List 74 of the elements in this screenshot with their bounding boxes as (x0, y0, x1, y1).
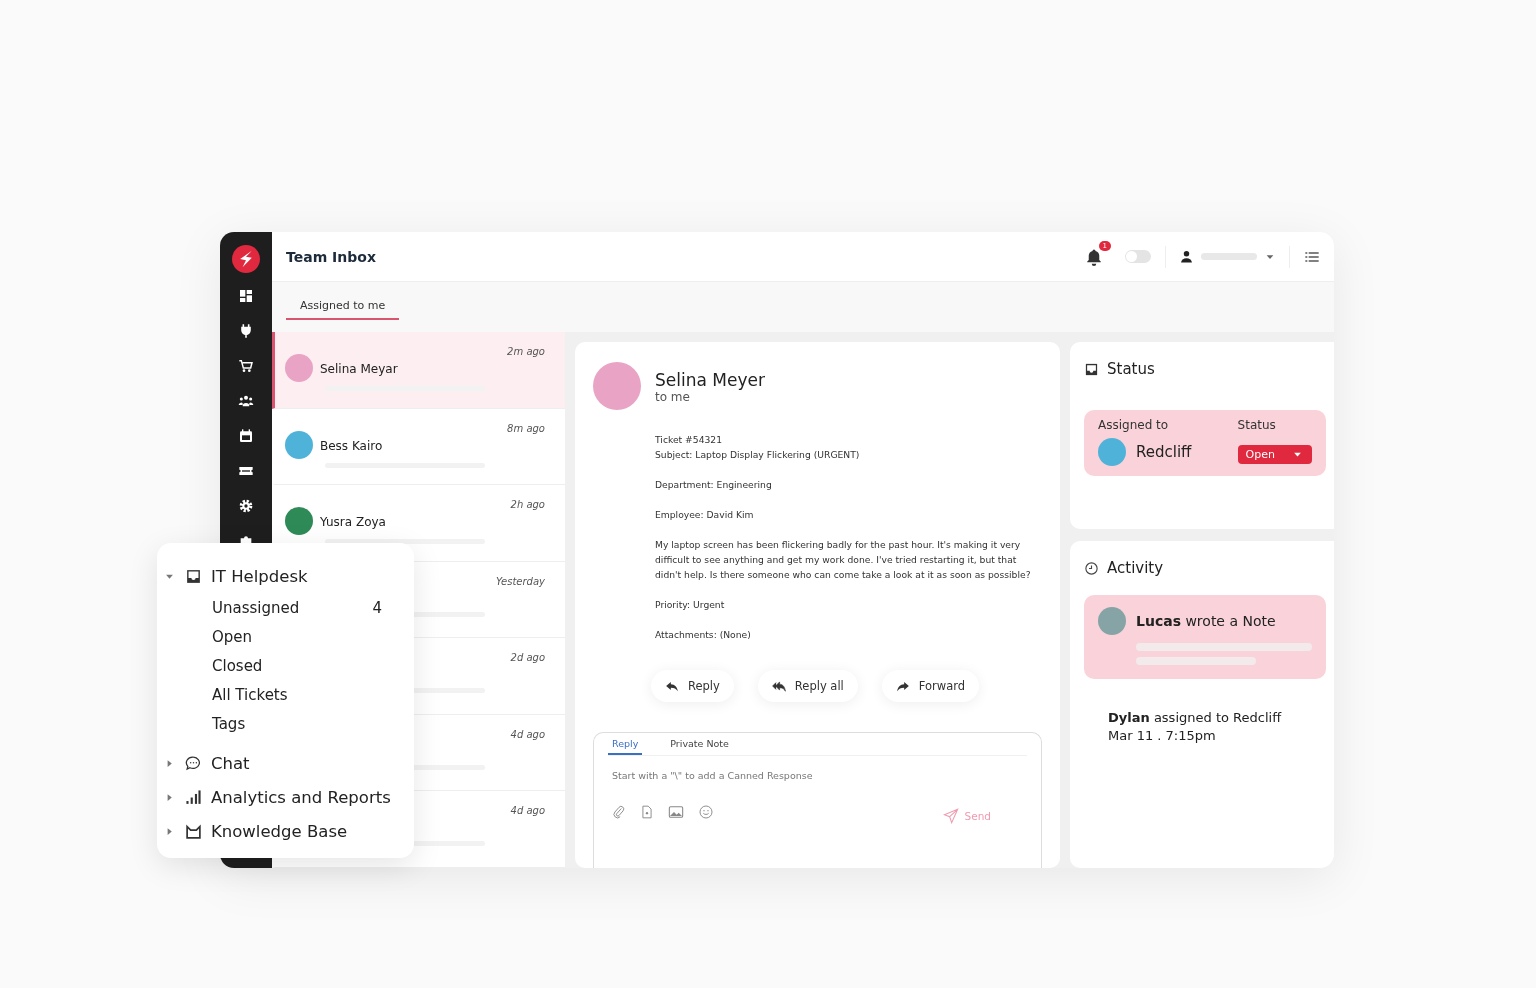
clock-icon (1084, 560, 1099, 576)
activity-text: Dylan assigned to Redcliff (1108, 709, 1283, 727)
message-text: Attachments: (None) (655, 628, 752, 642)
field-label: Assigned to (1098, 418, 1170, 432)
tab[interactable]: Assigned to me (286, 299, 400, 320)
calendar-icon[interactable] (238, 428, 254, 444)
avatar (285, 354, 313, 382)
action-button[interactable]: Forward (881, 670, 980, 702)
grid-icon[interactable] (238, 288, 254, 304)
composer-tab[interactable]: Reply (608, 733, 643, 755)
timestamp: 2m ago (507, 346, 545, 357)
recipient-label: to me (655, 390, 691, 404)
action-button[interactable]: Reply (651, 670, 734, 702)
ticket-row[interactable]: Bess Kairo 8m ago (272, 408, 565, 486)
message-text: My laptop screen has been flickering badly for the past hour. It's making it very difficult to see anything and get my work done. I've tried restarting it, but that didn't help. Is there someone who can come take a look at it as soon as possible? (655, 538, 1032, 582)
avatar (1098, 607, 1126, 635)
reply-input-field[interactable]: Start with a "\" to add a Canned Response (608, 756, 1027, 791)
panel-title: Status (1107, 360, 1155, 378)
reply-arrow-icon (665, 679, 679, 693)
inbox-icon (1084, 361, 1099, 377)
bell-icon[interactable] (1085, 247, 1103, 266)
ticket-row[interactable]: Selina Meyar 2m ago (272, 332, 565, 409)
send-icon (942, 808, 959, 824)
composer-tab[interactable]: Private Note (666, 733, 733, 755)
assignee-name: Redcliff (1136, 443, 1192, 461)
message-text: Department: Engineering (655, 478, 773, 492)
chat-bubble-icon (185, 754, 202, 772)
logo-icon (232, 245, 260, 273)
forward-arrow-icon (895, 679, 910, 693)
timestamp: 4d ago (510, 728, 545, 740)
avatar (1098, 438, 1126, 466)
action-button[interactable]: Reply all (757, 670, 858, 702)
avatar (285, 430, 313, 459)
user-menu[interactable] (1180, 250, 1275, 263)
status-dropdown[interactable]: Open (1237, 445, 1312, 464)
plug-icon[interactable] (238, 323, 254, 339)
activity-text: Lucas wrote a Note (1136, 613, 1276, 629)
panel-title: Activity (1107, 559, 1164, 577)
contact-name: Selina Meyar (320, 362, 399, 376)
contact-name: Bess Kairo (320, 438, 384, 453)
settings-icon[interactable] (238, 498, 254, 514)
message-text: Subject: Laptop Display Flickering (URGENT) (655, 448, 861, 462)
reply-arrow-icon (771, 679, 786, 693)
caret-icon (165, 826, 174, 836)
page-title: Team Inbox (286, 248, 376, 265)
avatar (593, 362, 641, 410)
timestamp: 2h ago (510, 499, 545, 511)
message-text: Ticket #54321 (655, 433, 724, 447)
caret-icon (1293, 450, 1302, 459)
count-label: 4 (372, 598, 382, 617)
cart-icon[interactable] (238, 358, 254, 374)
avatar (285, 507, 313, 536)
caret-icon (165, 758, 174, 768)
paperclip-icon[interactable] (612, 805, 626, 819)
activity-time: Mar 11 . 7:15pm (1108, 727, 1217, 745)
user-icon (1180, 250, 1193, 263)
timestamp: 8m ago (507, 422, 545, 434)
people-icon[interactable] (238, 393, 254, 409)
contact-name: Yusra Zoya (320, 515, 387, 530)
message-text: Priority: Urgent (655, 598, 726, 612)
open-box-icon (185, 822, 202, 840)
reply-composer[interactable]: Reply Private Note Start with a "\" to add a Canned Response Send (593, 732, 1042, 868)
timestamp: Yesterday (496, 575, 545, 587)
document-icon[interactable] (640, 805, 654, 819)
timestamp: 2d ago (510, 652, 545, 664)
message-text: Employee: David Kim (655, 508, 755, 522)
image-icon[interactable] (668, 804, 684, 820)
toggle-switch[interactable] (1125, 250, 1151, 263)
bar-chart-icon (185, 788, 202, 806)
field-label: Status (1237, 418, 1277, 432)
sender-name: Selina Meyer (655, 370, 765, 390)
caret-icon (165, 792, 174, 802)
timestamp: 4d ago (510, 805, 545, 817)
inbox-icon (185, 567, 202, 585)
